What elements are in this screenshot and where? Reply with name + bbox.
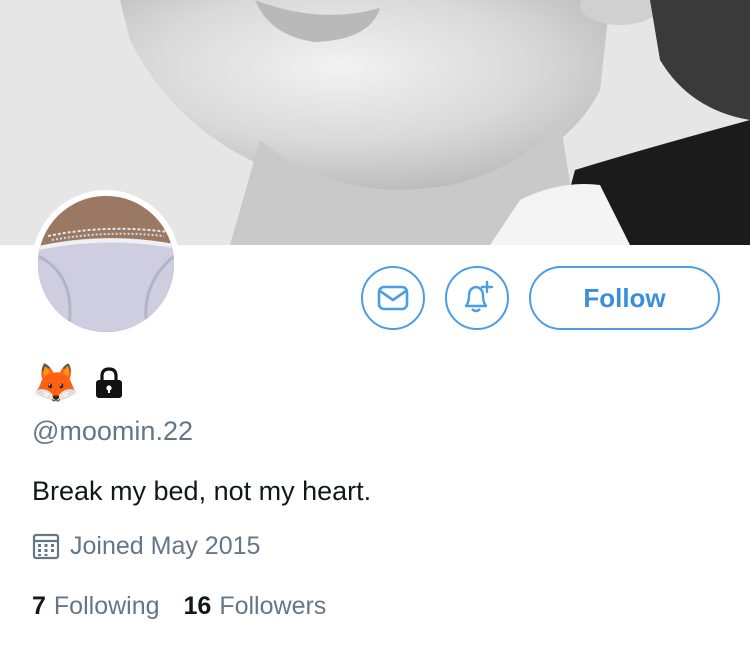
avatar-image [38,196,174,332]
message-button[interactable] [361,266,425,330]
joined-date-text: Joined May 2015 [70,531,261,560]
profile-bio: Break my bed, not my heart. [32,476,372,506]
follow-button[interactable]: Follow [529,266,720,330]
bell-plus-icon [464,280,494,313]
lock-icon [96,367,123,398]
following-link[interactable]: 7 Following [32,592,160,621]
followers-link[interactable]: 16 Followers [184,592,327,621]
follow-stats: 7 Following 16 Followers [32,588,326,624]
followers-label: Followers [219,591,327,620]
display-name-emoji: 🦊 [32,361,80,405]
notifications-button[interactable] [445,266,509,330]
following-label: Following [53,591,160,620]
envelope-icon [377,285,409,311]
followers-count: 16 [183,591,212,620]
following-count: 7 [32,591,46,620]
calendar-icon [32,533,60,560]
avatar-photo [38,196,174,332]
display-name-row: 🦊 [32,360,125,406]
profile-avatar[interactable] [32,190,180,338]
profile-handle: @moomin.22 [32,416,193,446]
joined-date: Joined May 2015 [32,528,260,564]
